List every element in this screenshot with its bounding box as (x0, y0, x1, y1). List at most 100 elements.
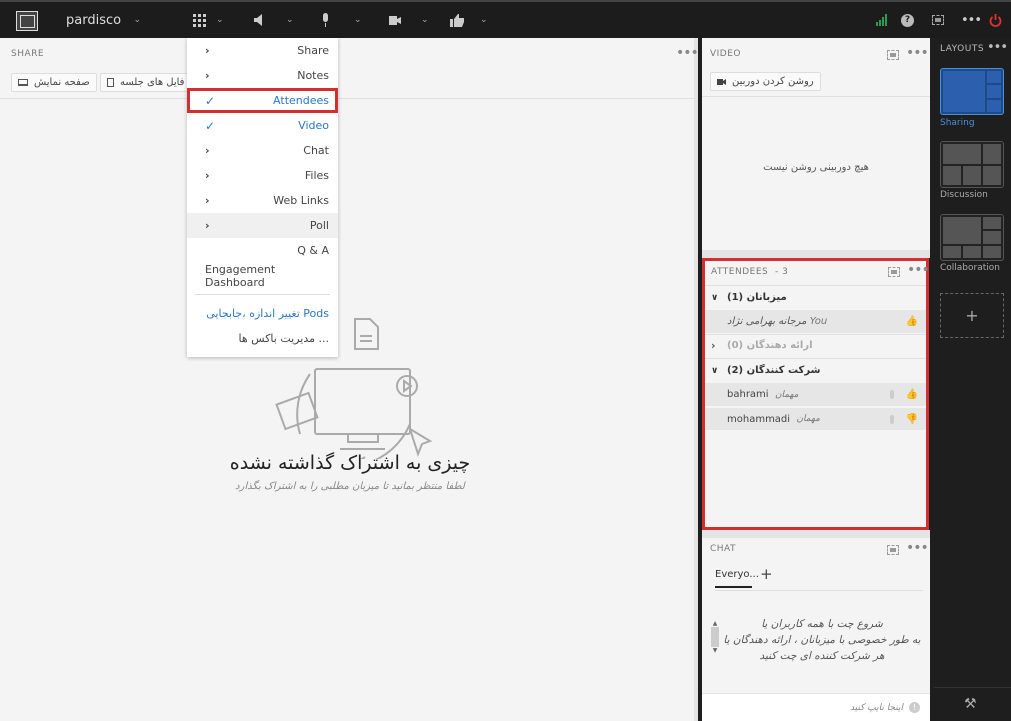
layout-discussion-label: Discussion (940, 190, 988, 200)
video-more-icon[interactable]: ••• (906, 45, 929, 61)
menu-item-web-links[interactable]: › Web Links (187, 188, 338, 213)
speaker-button[interactable]: ⌄ (254, 2, 294, 38)
layouts-sidebar: LAYOUTS ••• Sharing Discussion Collabora… (934, 38, 1011, 721)
end-meeting-button[interactable] (989, 2, 1002, 38)
menu-item-resize-pods[interactable]: تغییر اندازه ،جابجایی Pods (187, 301, 338, 326)
document-icon (107, 78, 114, 87)
menu-item-video[interactable]: ✓ Video (187, 113, 338, 138)
chevron-down-icon: ⌄ (421, 15, 429, 25)
menu-item-poll[interactable]: › Poll (187, 213, 338, 238)
divider (715, 590, 923, 591)
status-button[interactable]: ⌄ (450, 2, 488, 38)
help-button[interactable]: ? (901, 2, 914, 38)
add-chat-tab-button[interactable]: + (760, 565, 773, 583)
attendee-row[interactable]: مرجانه بهرامی نژاد You 👍 (705, 310, 926, 333)
monitor-icon (18, 79, 28, 86)
microphone-icon (323, 13, 328, 27)
menu-item-attendees[interactable]: ✓ Attendees (187, 88, 338, 113)
maximize-icon[interactable] (887, 50, 899, 60)
menu-item-engagement-dashboard[interactable]: Engagement Dashboard (187, 263, 338, 289)
chat-scrollbar[interactable]: ▲ ▼ (711, 620, 719, 660)
share-more-icon[interactable]: ••• (676, 45, 699, 61)
group-participants[interactable]: ∨ شرکت کنندگان (2) (705, 359, 926, 382)
layouts-more-icon[interactable]: ••• (987, 40, 1008, 55)
attendee-row[interactable]: mohammadi مهمان 👎 (705, 407, 926, 430)
maximize-icon[interactable] (888, 267, 900, 277)
attendees-more-icon[interactable]: ••• (907, 262, 930, 278)
connection-status[interactable] (876, 2, 889, 38)
microphone-button[interactable]: ⌄ (321, 2, 362, 38)
top-bar: pardisco ⌄ ⌄ ⌄ ⌄ ⌄ ⌄ ? ••• (0, 0, 1011, 38)
checkmark-icon: ✓ (205, 93, 216, 108)
camera-button[interactable]: ⌄ (389, 2, 429, 38)
menu-item-files[interactable]: › Files (187, 163, 338, 188)
help-icon: ? (901, 13, 914, 27)
menu-item-qa[interactable]: Q & A (187, 238, 338, 263)
chevron-down-icon: ∨ (711, 365, 719, 376)
group-presenters[interactable]: › ارائه دهندگان (0) (705, 334, 926, 357)
menu-item-share[interactable]: › Share (187, 38, 338, 63)
layout-sharing-label: Sharing (940, 118, 975, 128)
chat-pod: CHAT ••• Everyo... + ▲ ▼ شروع چت با همه … (702, 538, 930, 721)
share-screen-button[interactable]: صفحه نمایش (11, 73, 97, 92)
layout-collaboration-label: Collaboration (940, 263, 1000, 273)
chevron-down-icon: ⌄ (133, 15, 142, 25)
thumbs-up-icon (450, 13, 464, 27)
meeting-files-button[interactable]: فایل های جلسه (100, 73, 200, 92)
fullscreen-button[interactable] (932, 2, 944, 38)
microphone-icon (890, 390, 894, 399)
share-pod-title: SHARE (11, 49, 45, 59)
chevron-right-icon: › (205, 69, 210, 82)
empty-state-subtitle: لطفا منتظر بمانید تا میزبان مطلبی را به … (235, 481, 465, 492)
menu-item-chat[interactable]: › Chat (187, 138, 338, 163)
pod-gutter (702, 530, 930, 538)
divider (934, 687, 1011, 688)
menu-divider (195, 294, 330, 295)
attendees-pod-title: ATTENDEES - 3 (711, 267, 789, 277)
video-pod-title: VIDEO (710, 49, 742, 59)
chevron-right-icon: › (205, 44, 210, 57)
chevron-right-icon: › (205, 169, 210, 182)
chat-tab-everyone[interactable]: Everyo... (715, 569, 759, 588)
share-pod: SHARE ••• صفحه نمایش فایل های جلسه a چیز… (0, 38, 699, 721)
chevron-right-icon: › (205, 219, 210, 232)
more-button[interactable]: ••• (961, 2, 982, 38)
layout-collaboration[interactable] (940, 214, 1004, 261)
more-icon: ••• (961, 12, 982, 28)
attendee-row[interactable]: bahrami مهمان 👍 (705, 383, 926, 406)
layout-sharing[interactable] (940, 68, 1004, 115)
pods-menu-button[interactable]: ⌄ (193, 2, 224, 38)
chevron-down-icon: ⌄ (480, 15, 488, 25)
maximize-icon[interactable] (887, 545, 899, 555)
chevron-right-icon: › (711, 339, 716, 352)
menu-item-manage-pods[interactable]: مدیریت باکس ها ... (187, 326, 338, 351)
group-hosts[interactable]: ∨ میزبانان (1) (705, 286, 926, 309)
menu-item-notes[interactable]: › Notes (187, 63, 338, 88)
thumbs-up-icon: 👍 (905, 316, 918, 327)
chevron-down-icon: ⌄ (286, 15, 294, 25)
chevron-right-icon: › (205, 194, 210, 207)
power-icon (989, 13, 1002, 27)
add-layout-button[interactable]: + (940, 293, 1004, 338)
checkmark-icon: ✓ (205, 118, 216, 133)
layout-discussion[interactable] (940, 141, 1004, 188)
meeting-name-menu[interactable]: pardisco ⌄ (66, 2, 141, 38)
divider (0, 98, 694, 99)
speaker-icon (254, 14, 262, 26)
chevron-down-icon: ⌄ (216, 15, 224, 25)
microphone-icon (890, 414, 894, 424)
divider (702, 96, 930, 97)
chat-more-icon[interactable]: ••• (906, 540, 929, 556)
no-camera-message: هیچ دوربینی روشن نیست (763, 162, 869, 173)
layouts-title: LAYOUTS (940, 44, 985, 54)
chat-input[interactable]: اینجا تایپ کنید ! (702, 693, 930, 721)
thumbs-down-icon: 👎 (905, 413, 918, 425)
tools-icon[interactable]: ⚒ (964, 696, 977, 712)
camera-icon (389, 15, 401, 25)
camera-icon (717, 78, 726, 85)
chat-empty-message: شروع چت با همه کاربران یا به طور خصوصی ب… (723, 618, 921, 662)
fullscreen-icon (932, 15, 944, 25)
turn-on-camera-button[interactable]: روشن کردن دوربین (710, 72, 821, 91)
chevron-down-icon: ⌄ (354, 15, 362, 25)
pods-dropdown-menu: › Share › Notes ✓ Attendees ✓ Video › Chat › F… (187, 38, 338, 357)
